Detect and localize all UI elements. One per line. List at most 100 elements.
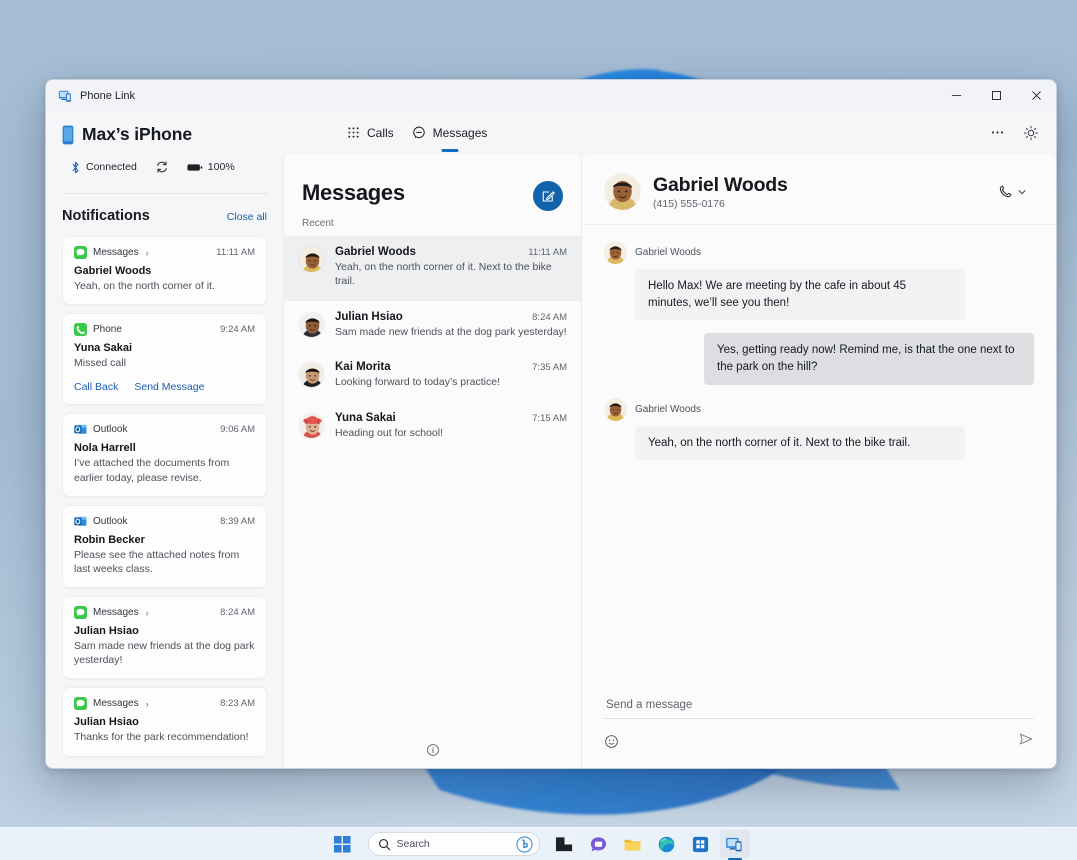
messages-app-icon [74,606,87,619]
conversation-header: Gabriel Woods (415) 555-0176 [582,154,1056,225]
info-icon[interactable] [426,743,440,757]
search-placeholder: Search [397,838,510,850]
notification-action-send-message[interactable]: Send Message [134,381,204,393]
notification-app-name: Outlook [93,516,127,527]
start-button[interactable] [328,830,358,858]
tab-calls[interactable]: Calls [338,116,403,150]
send-button[interactable] [1018,731,1034,752]
taskbar-app-chat[interactable] [584,830,614,858]
avatar [298,246,325,273]
window-title-bar: Phone Link [46,80,1056,111]
status-chip-refresh[interactable] [147,157,177,177]
folder-icon [623,835,642,854]
thread-name: Gabriel Woods [335,246,416,258]
notifications-list[interactable]: Messages›11:11 AMGabriel WoodsYeah, on t… [62,236,267,768]
list-item[interactable]: Julian Hsiao8:24 AMSam made new friends … [284,301,581,351]
contact-phone: (415) 555-0176 [653,198,788,210]
window-body: Max’s iPhone Connected [46,154,1056,768]
notification-card[interactable]: Messages›11:11 AMGabriel WoodsYeah, on t… [62,236,267,305]
start-icon [334,836,351,853]
minimize-button[interactable] [936,80,976,111]
list-item[interactable]: Yuna Sakai 7:15 AM Heading out for school! [284,402,581,452]
tab-calls-label: Calls [367,126,394,140]
emoji-icon[interactable] [604,734,619,749]
notification-sender: Yuna Sakai [74,342,255,354]
notification-app-name: Phone [93,324,122,335]
message-icon [412,126,426,140]
taskbar-app-file-explorer[interactable] [618,830,648,858]
thread-preview: Heading out for school! [335,426,567,440]
avatar [604,398,627,421]
message-input[interactable]: Send a message [604,693,1034,719]
status-chip-battery[interactable]: 100% [179,158,243,176]
message-sender: Gabriel Woods [635,404,701,415]
chevron-right-icon: › [146,608,149,618]
notification-card[interactable]: Outlook8:39 AMRobin BeckerPlease see the… [62,505,267,588]
compose-message-button[interactable] [533,181,563,211]
phone-app-icon [74,323,87,336]
notification-app-name: Messages [93,247,139,258]
notification-time: 8:23 AM [220,698,255,709]
call-button[interactable] [991,179,1034,204]
call-icon [998,184,1013,199]
tab-messages-label: Messages [433,126,488,140]
gear-icon[interactable] [1018,120,1044,146]
notification-card[interactable]: Phone9:24 AMYuna SakaiMissed callCall Ba… [62,313,267,405]
avatar [604,241,627,264]
notification-time: 8:24 AM [220,607,255,618]
avatar [604,173,641,210]
outlook-app-icon [74,515,87,528]
more-options-button[interactable] [984,120,1010,146]
message-list-pane: Messages Recent Gabriel Woods11:11 AMYea… [283,154,582,768]
notification-card[interactable]: Messages›8:24 AMJulian HsiaoSam made new… [62,596,267,679]
message-input-placeholder: Send a message [606,699,1032,711]
notification-time: 9:24 AM [220,324,255,335]
bluetooth-icon [70,161,81,174]
close-all-button[interactable]: Close all [227,211,267,223]
taskbar-app-store[interactable] [686,830,716,858]
list-item[interactable]: Gabriel Woods 11:11 AM Yeah, on the north … [284,236,581,301]
status-chip-connected[interactable]: Connected [62,158,145,177]
maximize-button[interactable] [976,80,1016,111]
phone-icon [62,125,74,145]
thread-list[interactable]: Gabriel Woods 11:11 AM Yeah, on the north … [284,236,581,732]
taskbar-app-phone-link[interactable] [720,830,750,858]
search-icon [378,838,391,851]
tab-messages[interactable]: Messages [403,116,497,150]
thread-time: 11:11 AM [520,247,567,258]
taskbar-app-edge[interactable] [652,830,682,858]
taskbar-app-1[interactable] [550,830,580,858]
contact-name: Gabriel Woods [653,174,788,197]
messages-app-icon [74,246,87,259]
notification-action-call-back[interactable]: Call Back [74,381,118,393]
compose-icon [541,189,556,204]
bing-copilot-icon[interactable] [516,836,533,853]
device-sidebar: Max’s iPhone Connected [46,80,283,768]
thread-preview: Yeah, on the north corner of it. Next to… [335,260,567,289]
message-sender: Gabriel Woods [635,247,701,258]
notification-app-name: Messages [93,607,139,618]
search-input[interactable]: Search [368,832,540,856]
notification-body: Sam made new friends at the dog park yes… [74,639,255,667]
messages-app-icon [74,697,87,710]
thread-time: 7:15 AM [524,413,567,424]
thread-preview: Looking forward to today’s practice! [335,375,567,389]
device-name: Max’s iPhone [82,124,192,145]
status-chip-connected-label: Connected [86,161,137,173]
window-title: Phone Link [80,90,135,102]
notification-body: I’ve attached the documents from earlier… [74,456,255,484]
list-item[interactable]: Kai Morita7:35 AMLooking forward to toda… [284,351,581,401]
notification-body: Yeah, on the north corner of it. [74,279,255,293]
close-button[interactable] [1016,80,1056,111]
message-list-footer [284,732,581,768]
notification-sender: Julian Hsiao [74,716,255,728]
thread-name: Yuna Sakai [335,412,396,424]
notification-card[interactable]: Outlook9:06 AMNola HarrellI’ve attached … [62,413,267,496]
phone-link-window: Phone Link [45,79,1057,769]
message-group-incoming: Gabriel WoodsHello Max! We are meeting b… [604,241,1034,320]
notification-card[interactable]: Messages›8:23 AMJulian HsiaoThanks for t… [62,687,267,756]
thread-time: 8:24 AM [524,312,567,323]
outlook-app-icon [74,423,87,436]
chevron-down-icon [1017,187,1027,197]
device-status-row: Connected [62,155,267,179]
